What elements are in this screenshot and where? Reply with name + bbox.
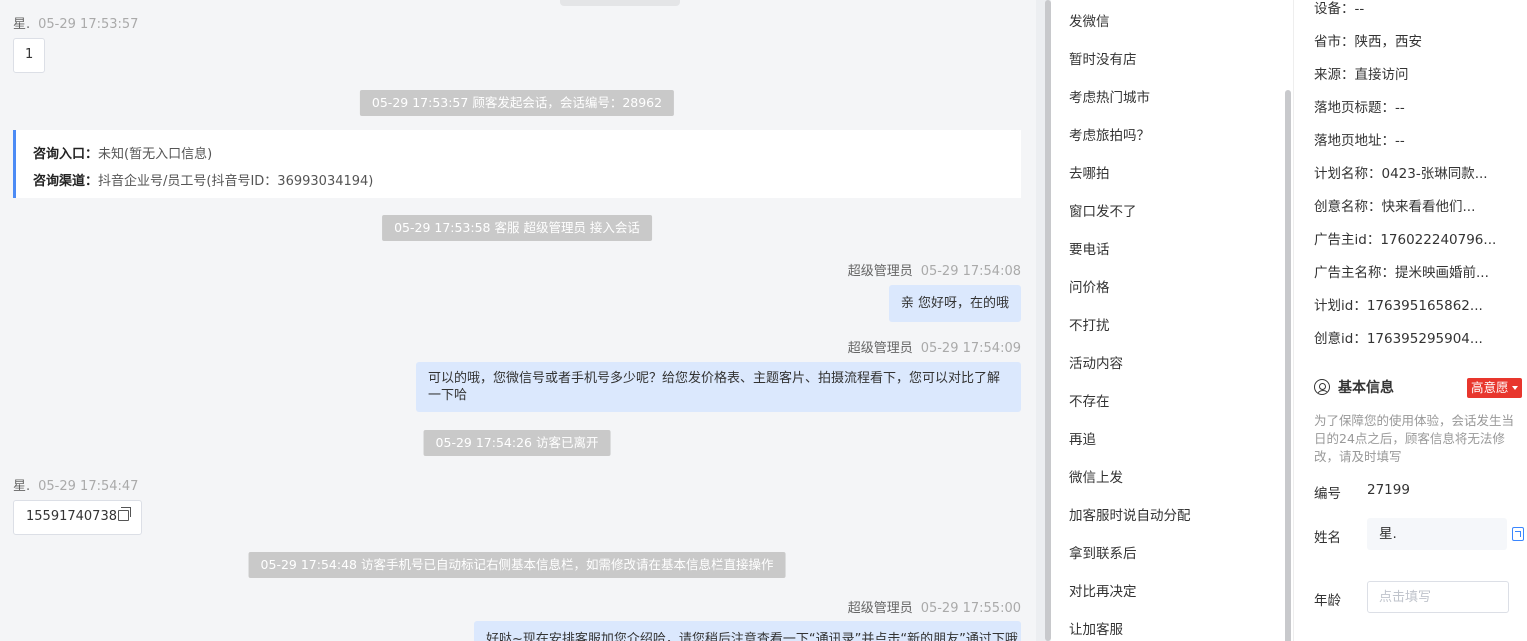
system-notice: 05-29 17:53:57 顾客发起会话，会话编号：28962 [359, 90, 675, 116]
intent-dropdown[interactable]: 高意愿 [1467, 378, 1522, 398]
entry-row: 咨询入口：未知(暂无入口信息) [33, 141, 1004, 168]
info-plan-name: 计划名称：0423-张琳同款... [1314, 166, 1488, 182]
quick-reply-item[interactable]: 拿到联系后 [1069, 542, 1137, 562]
message-time: 05-29 17:55:00 [920, 601, 1021, 616]
id-value: 27199 [1367, 482, 1410, 498]
quick-reply-item[interactable]: 发微信 [1069, 10, 1110, 30]
message-text: 1 [25, 47, 34, 62]
message-meta: 超级管理员 05-29 17:55:00 [848, 597, 1021, 616]
sender-name: 超级管理员 [847, 601, 913, 616]
message-time: 05-29 17:54:08 [920, 264, 1021, 279]
info-source: 来源：直接访问 [1314, 67, 1409, 83]
system-notice: 05-29 17:54:48 访客手机号已自动标记右侧基本信息栏，如需修改请在基… [248, 552, 786, 578]
visitor-message: 15591740738 [13, 500, 142, 535]
edit-notice: 为了保障您的使用体验，会话发生当日的24点之后，顾客信息将无法修改，请及时填写 [1314, 413, 1515, 464]
agent-message: 好哒~现在安排客服加您介绍哈，请您稍后注意查看一下“通讯录”并点击“新的朋友”通… [474, 621, 1021, 641]
system-notice: 05-29 17:53:58 客服 超级管理员 接入会话 [382, 215, 652, 241]
info-advertiser-id: 广告主id：176022240796... [1314, 232, 1497, 248]
name-field[interactable]: 星. [1367, 518, 1507, 550]
sender-name: 超级管理员 [847, 264, 913, 279]
quick-reply-item[interactable]: 不打扰 [1069, 314, 1110, 334]
sender-name: 星. [13, 479, 31, 494]
quick-reply-item[interactable]: 加客服时说自动分配 [1069, 504, 1191, 524]
quick-reply-item[interactable]: 窗口发不了 [1069, 200, 1137, 220]
channel-label: 咨询渠道： [33, 174, 99, 189]
message-meta: 星. 05-29 17:53:57 [13, 13, 138, 32]
basic-info-title: 基本信息 [1314, 377, 1394, 397]
name-label: 姓名 [1314, 530, 1341, 546]
quick-reply-item[interactable]: 再追 [1069, 428, 1096, 448]
message-time: 05-29 17:54:47 [38, 479, 139, 494]
quick-reply-item[interactable]: 微信上发 [1069, 466, 1123, 486]
message-text: 15591740738 [26, 509, 117, 524]
age-label: 年龄 [1314, 593, 1341, 609]
quick-reply-item[interactable]: 让加客服 [1069, 618, 1123, 638]
info-creative-id: 创意id：176395295904... [1314, 331, 1483, 347]
info-advertiser-name: 广告主名称：提米映画婚前... [1314, 265, 1489, 281]
message-time: 05-29 17:53:57 [38, 17, 139, 32]
quick-reply-item[interactable]: 去哪拍 [1069, 162, 1110, 182]
quick-reply-item[interactable]: 对比再决定 [1069, 580, 1137, 600]
user-circle-icon [1314, 379, 1330, 395]
entry-value: 未知(暂无入口信息) [98, 147, 213, 162]
quick-reply-item[interactable]: 考虑旅拍吗？ [1069, 124, 1150, 144]
system-notice: 05-29 17:54:26 访客已离开 [423, 430, 611, 456]
quick-reply-list: 发微信 暂时没有店 考虑热门城市 考虑旅拍吗？ 去哪拍 窗口发不了 要电话 问价… [1051, 0, 1293, 641]
quick-reply-item[interactable]: 不存在 [1069, 390, 1110, 410]
info-plan-id: 计划id：176395165862... [1314, 298, 1483, 314]
consult-entry-card: 咨询入口：未知(暂无入口信息) 咨询渠道：抖音企业号/员工号(抖音号ID：369… [13, 130, 1021, 198]
quick-reply-item[interactable]: 问价格 [1069, 276, 1110, 296]
age-input[interactable] [1367, 581, 1509, 613]
quick-reply-item[interactable]: 要电话 [1069, 238, 1110, 258]
sender-name: 星. [13, 17, 31, 32]
message-meta: 超级管理员 05-29 17:54:09 [848, 337, 1021, 356]
channel-value: 抖音企业号/员工号(抖音号ID：36993034194) [98, 174, 374, 189]
sender-name: 超级管理员 [847, 341, 913, 356]
caret-down-icon [1511, 386, 1518, 390]
edit-icon[interactable] [1512, 527, 1524, 541]
message-time: 05-29 17:54:09 [920, 341, 1021, 356]
id-label: 编号 [1314, 486, 1341, 502]
message-meta: 超级管理员 05-29 17:54:08 [848, 260, 1021, 279]
channel-row: 咨询渠道：抖音企业号/员工号(抖音号ID：36993034194) [33, 168, 1004, 195]
agent-message: 可以的哦，您微信号或者手机号多少呢？给您发价格表、主题客片、拍摄流程看下，您可以… [416, 362, 1021, 412]
info-creative-name: 创意名称：快来看看他们... [1314, 199, 1476, 215]
message-text: 好哒~现在安排客服加您介绍哈，请您稍后注意查看一下“通讯录”并点击“新的朋友”通… [486, 632, 1018, 641]
agent-message: 亲 您好呀，在的哦 [888, 285, 1021, 322]
info-region: 省市：陕西，西安 [1314, 34, 1422, 50]
copy-icon[interactable] [117, 507, 131, 521]
quick-reply-item[interactable]: 暂时没有店 [1069, 48, 1137, 68]
message-text: 可以的哦，您微信号或者手机号多少呢？给您发价格表、主题客片、拍摄流程看下，您可以… [428, 371, 1001, 403]
quick-reply-item[interactable]: 考虑热门城市 [1069, 86, 1150, 106]
visitor-message: 1 [13, 38, 46, 73]
entry-label: 咨询入口： [33, 147, 99, 162]
load-more-tab[interactable] [560, 0, 680, 6]
customer-info-panel: 设备：-- 省市：陕西，西安 来源：直接访问 落地页标题：-- 落地页地址：--… [1293, 0, 1527, 641]
quick-reply-scrollbar[interactable] [1285, 90, 1291, 641]
info-device: 设备：-- [1314, 1, 1365, 17]
message-text: 亲 您好呀，在的哦 [900, 296, 1009, 311]
info-landing-url: 落地页地址：-- [1314, 133, 1405, 149]
quick-reply-item[interactable]: 活动内容 [1069, 352, 1123, 372]
info-landing-title: 落地页标题：-- [1314, 100, 1405, 116]
chat-panel: 星. 05-29 17:53:57 1 05-29 17:53:57 顾客发起会话… [0, 0, 1036, 641]
message-meta: 星. 05-29 17:54:47 [13, 475, 138, 494]
